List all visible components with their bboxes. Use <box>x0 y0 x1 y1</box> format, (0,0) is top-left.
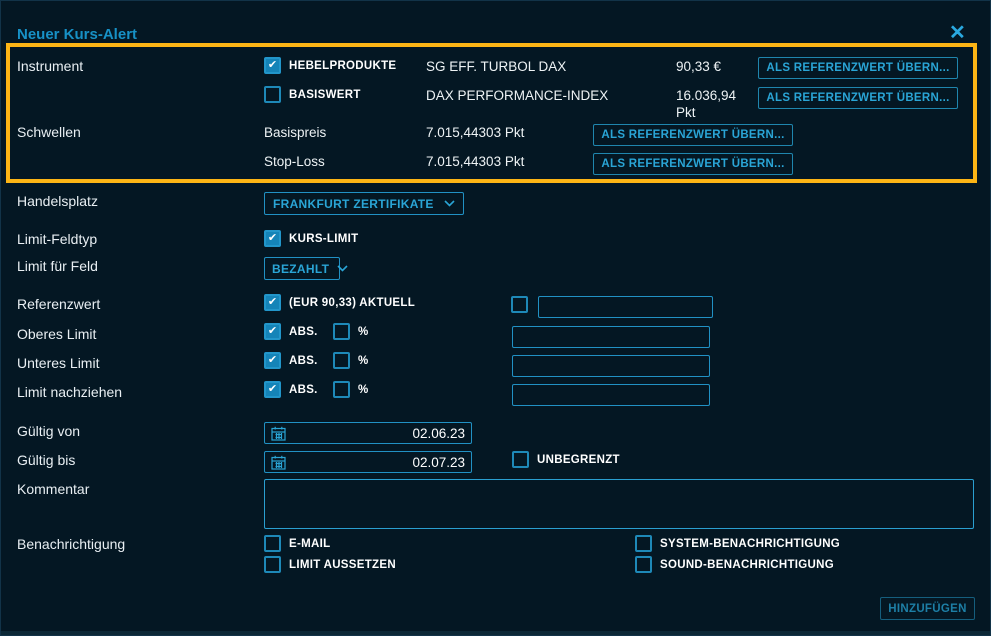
basispreis-value: 7.015,44303 Pkt <box>426 125 524 140</box>
limit-nachziehen-abs-option: ✔ ABS. <box>264 381 318 398</box>
instrument-price-2: 16.036,94 Pkt <box>676 88 754 122</box>
check-icon: ✔ <box>268 384 277 395</box>
stop-loss-label: Stop-Loss <box>264 154 325 169</box>
referenzwert-aktuell-label: (EUR 90,33) AKTUELL <box>289 297 415 309</box>
system-benachrichtigung-checkbox[interactable] <box>635 535 652 552</box>
instrument-label: Instrument <box>17 58 83 74</box>
dialog-title: Neuer Kurs-Alert <box>17 26 137 43</box>
stop-loss-value: 7.015,44303 Pkt <box>426 154 524 169</box>
unbegrenzt-label: UNBEGRENZT <box>537 454 620 466</box>
calendar-icon[interactable] <box>271 455 286 470</box>
check-icon: ✔ <box>268 355 277 366</box>
handelsplatz-selected: FRANKFURT ZERTIFIKATE (... <box>273 197 436 211</box>
sound-benachrichtigung-checkbox[interactable] <box>635 556 652 573</box>
basiswert-label: BASISWERT <box>289 89 361 101</box>
oberes-limit-label: Oberes Limit <box>17 326 96 342</box>
oberes-limit-abs-option: ✔ ABS. <box>264 323 318 340</box>
referenzwert-aktuell-option: ✔ (EUR 90,33) AKTUELL <box>264 294 415 311</box>
limit-nachziehen-pct-option: % <box>333 381 369 398</box>
limit-aussetzen-option: LIMIT AUSSETZEN <box>264 556 396 573</box>
email-checkbox[interactable] <box>264 535 281 552</box>
sound-benachrichtigung-label: SOUND-BENACHRICHTIGUNG <box>660 559 834 571</box>
als-referenzwert-button-1[interactable]: ALS REFERENZWERT ÜBERN... <box>758 57 958 79</box>
hebelprodukte-checkbox[interactable]: ✔ <box>264 57 281 74</box>
referenzwert-custom-checkbox[interactable] <box>511 296 528 313</box>
kurs-limit-label: KURS-LIMIT <box>289 233 358 245</box>
als-referenzwert-button-3[interactable]: ALS REFERENZWERT ÜBERN... <box>593 124 793 146</box>
limit-aussetzen-label: LIMIT AUSSETZEN <box>289 559 396 571</box>
basiswert-checkbox[interactable] <box>264 86 281 103</box>
sound-benachrichtigung-option: SOUND-BENACHRICHTIGUNG <box>635 556 834 573</box>
system-benachrichtigung-label: SYSTEM-BENACHRICHTIGUNG <box>660 538 840 550</box>
chevron-down-icon <box>337 265 348 272</box>
oberes-limit-pct-option: % <box>333 323 369 340</box>
referenzwert-aktuell-checkbox[interactable]: ✔ <box>264 294 281 311</box>
referenzwert-label: Referenzwert <box>17 296 100 312</box>
basispreis-label: Basispreis <box>264 125 326 140</box>
als-referenzwert-button-2[interactable]: ALS REFERENZWERT ÜBERN... <box>758 87 958 109</box>
unteres-limit-pct-option: % <box>333 352 369 369</box>
limit-fuer-feld-label: Limit für Feld <box>17 258 98 274</box>
kommentar-label: Kommentar <box>17 481 89 497</box>
handelsplatz-dropdown[interactable]: FRANKFURT ZERTIFIKATE (... <box>264 192 464 215</box>
gueltig-bis-input[interactable] <box>292 455 465 470</box>
hebelprodukte-option: ✔ HEBELPRODUKTE <box>264 57 396 74</box>
check-icon: ✔ <box>268 297 277 308</box>
system-benachrichtigung-option: SYSTEM-BENACHRICHTIGUNG <box>635 535 840 552</box>
handelsplatz-label: Handelsplatz <box>17 193 98 209</box>
kurs-limit-checkbox[interactable]: ✔ <box>264 230 281 247</box>
kurs-limit-option: ✔ KURS-LIMIT <box>264 230 358 247</box>
calendar-icon[interactable] <box>271 426 286 441</box>
limit-fuer-feld-dropdown[interactable]: BEZAHLT <box>264 257 340 280</box>
schwellen-label: Schwellen <box>17 124 81 140</box>
percent-label: % <box>358 355 369 367</box>
percent-label: % <box>358 326 369 338</box>
close-icon[interactable]: ✕ <box>949 23 966 43</box>
unbegrenzt-option: UNBEGRENZT <box>512 451 620 468</box>
benachrichtigung-label: Benachrichtigung <box>17 536 125 552</box>
oberes-limit-input[interactable] <box>512 326 710 348</box>
limit-nachziehen-label: Limit nachziehen <box>17 384 122 400</box>
gueltig-bis-label: Gültig bis <box>17 452 75 468</box>
als-referenzwert-button-4[interactable]: ALS REFERENZWERT ÜBERN... <box>593 153 793 175</box>
unteres-limit-label: Unteres Limit <box>17 355 99 371</box>
oberes-limit-abs-checkbox[interactable]: ✔ <box>264 323 281 340</box>
referenzwert-custom-input[interactable] <box>538 296 713 318</box>
unbegrenzt-checkbox[interactable] <box>512 451 529 468</box>
unteres-limit-pct-checkbox[interactable] <box>333 352 350 369</box>
oberes-limit-pct-checkbox[interactable] <box>333 323 350 340</box>
hebelprodukte-label: HEBELPRODUKTE <box>289 60 396 72</box>
instrument-name-2: DAX PERFORMANCE-INDEX <box>426 88 608 103</box>
hinzufuegen-button[interactable]: HINZUFÜGEN <box>880 597 975 620</box>
unteres-limit-abs-label: ABS. <box>289 355 318 367</box>
instrument-name-1: SG EFF. TURBOL DAX <box>426 59 566 74</box>
gueltig-von-label: Gültig von <box>17 423 80 439</box>
limit-nachziehen-pct-checkbox[interactable] <box>333 381 350 398</box>
gueltig-von-datepicker <box>264 422 472 444</box>
instrument-price-1: 90,33 € <box>676 59 754 74</box>
limit-nachziehen-input[interactable] <box>512 384 710 406</box>
gueltig-von-input[interactable] <box>292 426 465 441</box>
email-option: E-MAIL <box>264 535 330 552</box>
check-icon: ✔ <box>268 326 277 337</box>
oberes-limit-abs-label: ABS. <box>289 326 318 338</box>
basiswert-option: BASISWERT <box>264 86 361 103</box>
check-icon: ✔ <box>268 233 277 244</box>
gueltig-bis-datepicker <box>264 451 472 473</box>
percent-label: % <box>358 384 369 396</box>
limit-fuer-feld-selected: BEZAHLT <box>272 262 329 276</box>
kommentar-textarea[interactable] <box>264 479 974 529</box>
unteres-limit-abs-option: ✔ ABS. <box>264 352 318 369</box>
chevron-down-icon <box>444 200 455 207</box>
kurs-alert-dialog: Neuer Kurs-Alert ✕ Instrument ✔ HEBELPRO… <box>0 0 991 636</box>
email-label: E-MAIL <box>289 538 330 550</box>
unteres-limit-input[interactable] <box>512 355 710 377</box>
limit-feldtyp-label: Limit-Feldtyp <box>17 231 97 247</box>
window-bottom-edge <box>1 631 991 636</box>
limit-aussetzen-checkbox[interactable] <box>264 556 281 573</box>
limit-nachziehen-abs-checkbox[interactable]: ✔ <box>264 381 281 398</box>
limit-nachziehen-abs-label: ABS. <box>289 384 318 396</box>
unteres-limit-abs-checkbox[interactable]: ✔ <box>264 352 281 369</box>
check-icon: ✔ <box>268 60 277 71</box>
